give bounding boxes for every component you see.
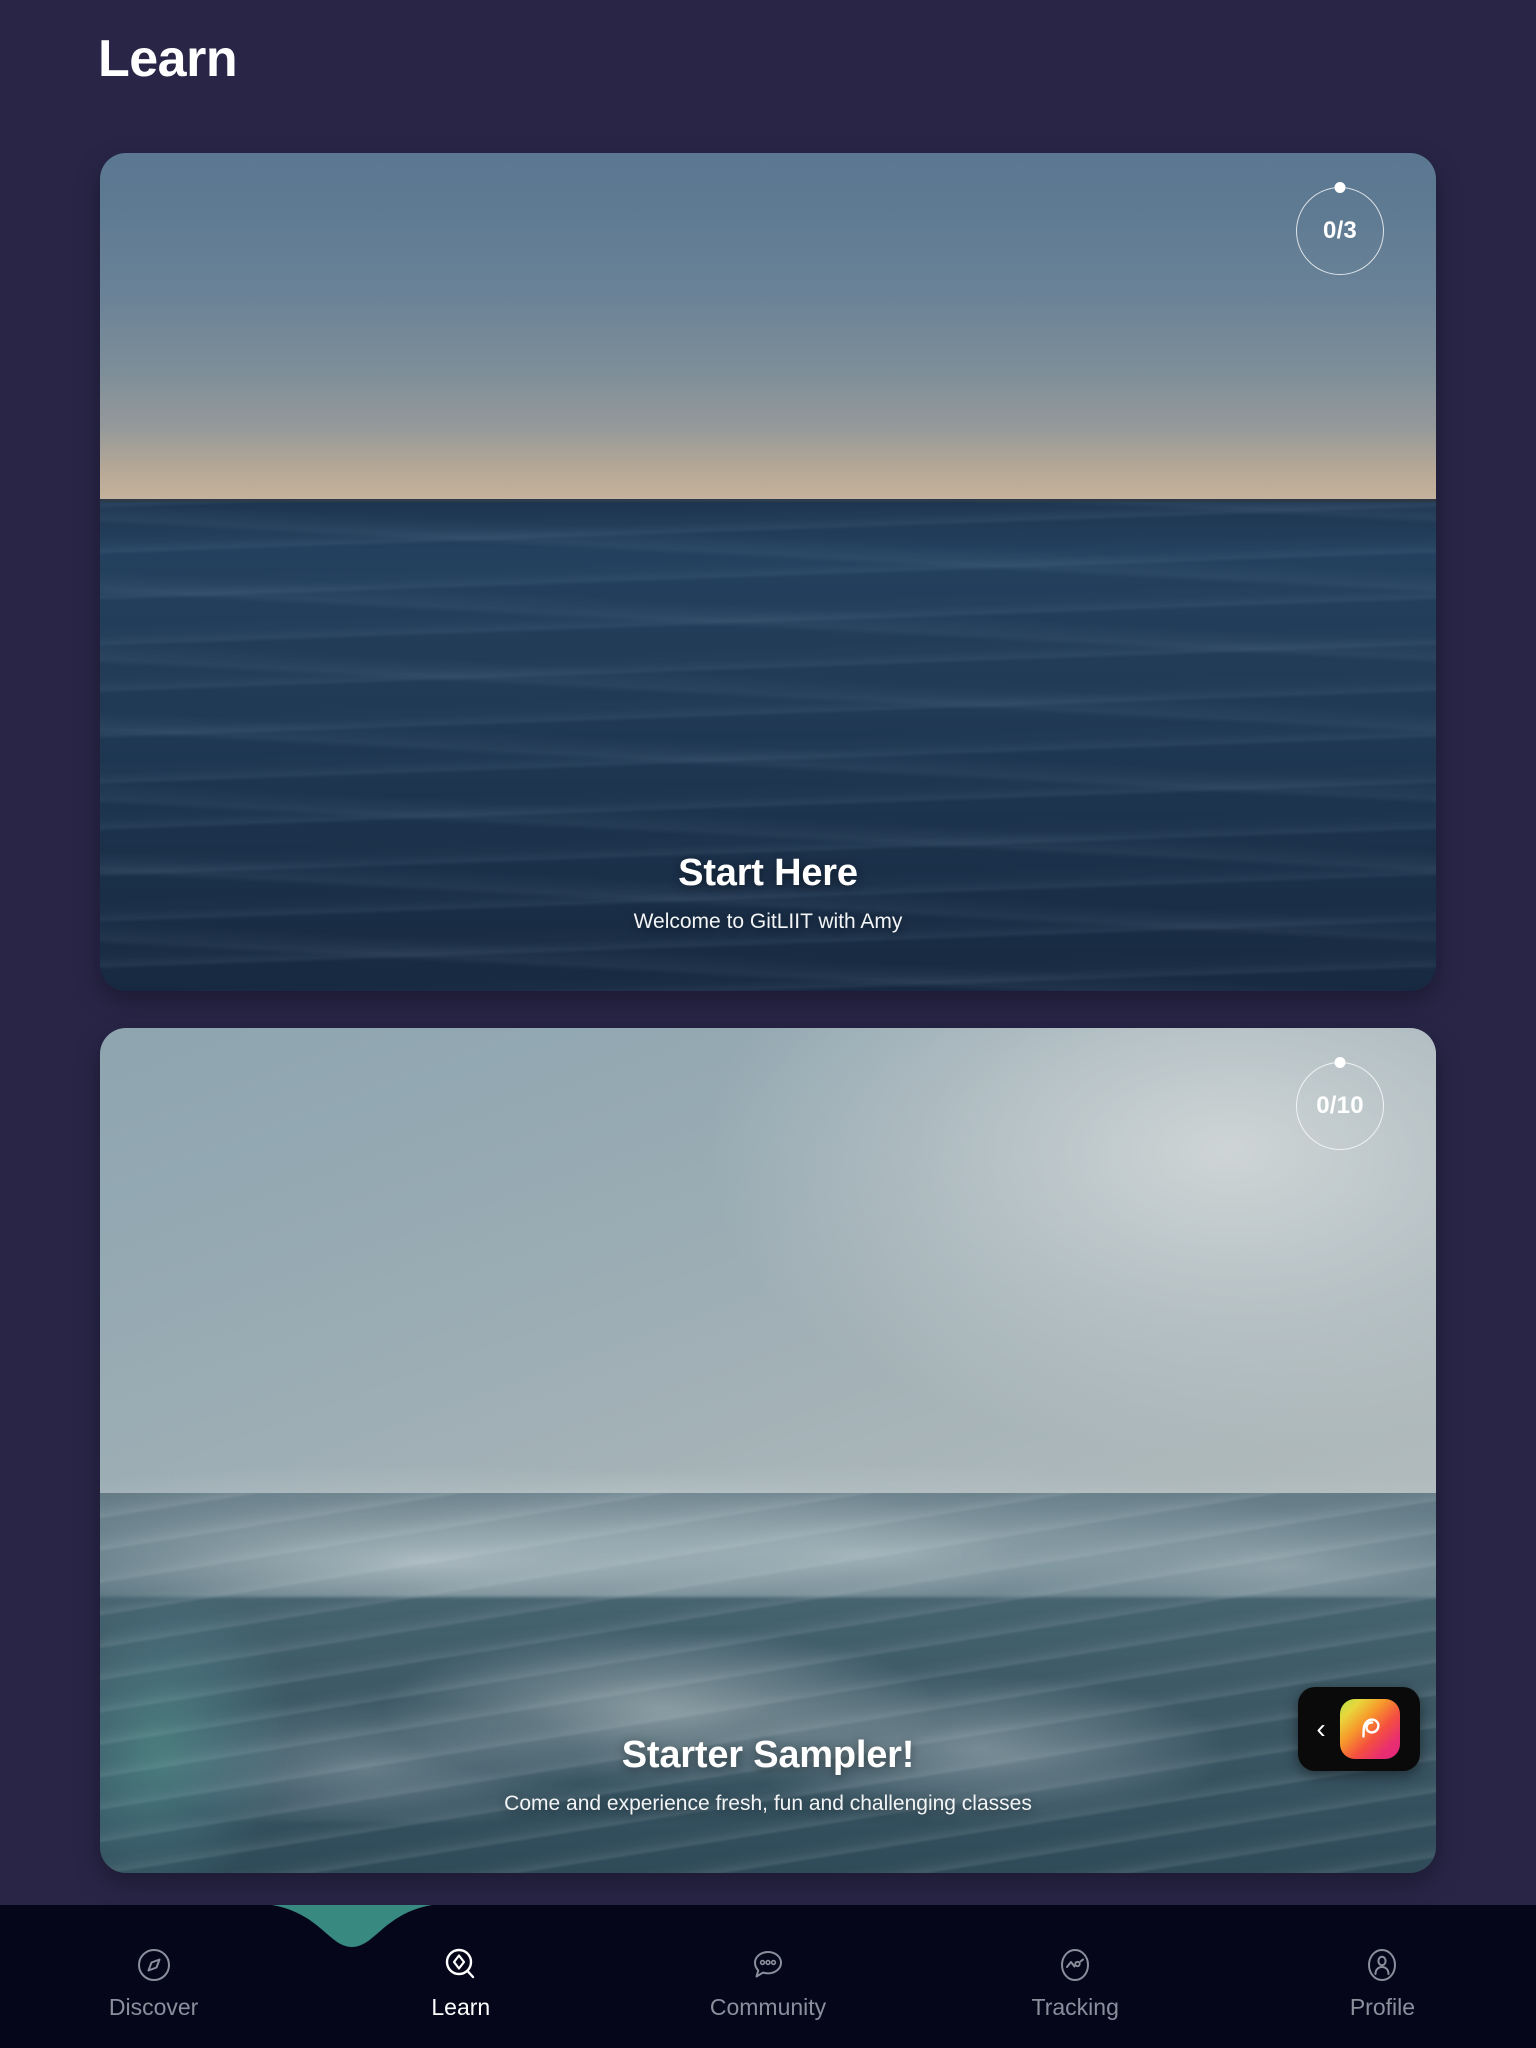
activity-graph-icon — [1055, 1944, 1095, 1986]
photo-editor-app-icon[interactable] — [1340, 1699, 1400, 1759]
nav-item-tracking[interactable]: Tracking — [922, 1944, 1229, 2019]
user-avatar-icon — [1362, 1944, 1402, 1986]
bottom-navigation-bar[interactable]: Discover Learn Community Tracking Profil… — [0, 1905, 1536, 2048]
card-subtitle: Come and experience fresh, fun and chall… — [504, 1791, 1032, 1815]
back-chevron-icon[interactable]: ‹ — [1308, 1715, 1334, 1743]
course-card-start-here[interactable]: 0/3 Start Here Welcome to GitLIIT with A… — [100, 153, 1436, 991]
nav-items-row: Discover Learn Community Tracking Profil… — [0, 1906, 1536, 2048]
nav-label: Discover — [108, 1993, 199, 2020]
floating-app-switcher[interactable]: ‹ — [1298, 1687, 1420, 1771]
nav-item-profile[interactable]: Profile — [1229, 1944, 1536, 2019]
nav-label: Tracking — [1031, 1993, 1119, 2020]
course-card-starter-sampler[interactable]: 0/10 Starter Sampler! Come and experienc… — [100, 1028, 1436, 1873]
page-title: Learn — [98, 30, 238, 88]
chat-bubble-icon — [748, 1944, 788, 1986]
card-title: Start Here — [678, 852, 858, 895]
nav-item-learn[interactable]: Learn — [307, 1944, 614, 2019]
nav-label: Learn — [431, 1993, 491, 2020]
search-diamond-icon — [441, 1944, 481, 1986]
card-text-block: Start Here Welcome to GitLIIT with Amy — [100, 852, 1436, 935]
nav-item-community[interactable]: Community — [614, 1944, 921, 2019]
compass-icon — [134, 1944, 174, 1986]
progress-count: 0/3 — [1323, 217, 1357, 244]
progress-badge: 0/3 — [1296, 182, 1384, 275]
progress-badge: 0/10 — [1296, 1057, 1384, 1150]
card-text-block: Starter Sampler! Come and experience fre… — [100, 1734, 1436, 1817]
progress-count: 0/10 — [1316, 1092, 1364, 1119]
card-title: Starter Sampler! — [621, 1734, 915, 1777]
nav-item-discover[interactable]: Discover — [0, 1944, 307, 2019]
nav-label: Community — [709, 1993, 827, 2020]
nav-label: Profile — [1349, 1993, 1416, 2020]
card-subtitle: Welcome to GitLIIT with Amy — [633, 909, 903, 933]
learn-screen: Learn 0/3 Start Here Welcome to GitLIIT … — [0, 0, 1536, 2048]
